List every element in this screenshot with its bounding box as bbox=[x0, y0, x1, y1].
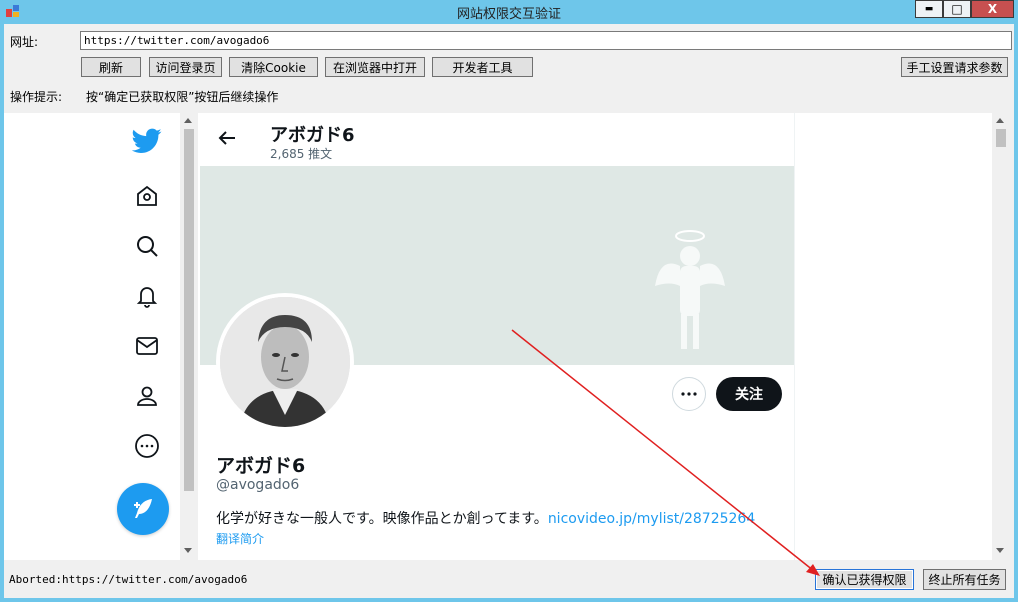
minimize-button[interactable]: ▬ bbox=[915, 0, 943, 18]
page-scrollbar-thumb[interactable] bbox=[996, 129, 1006, 147]
profile-avatar[interactable] bbox=[216, 293, 354, 431]
twitter-logo-icon[interactable] bbox=[130, 124, 164, 158]
compose-tweet-button[interactable] bbox=[117, 483, 169, 535]
url-input[interactable]: https://twitter.com/avogado6 bbox=[80, 31, 1012, 50]
browser-view[interactable]: アボガド6 2,685 推文 关注 アボガド6 @avogado6 化学が好きな… bbox=[4, 113, 1010, 560]
profile-more-button[interactable] bbox=[672, 377, 706, 411]
url-label: 网址: bbox=[10, 35, 39, 49]
bio-link[interactable]: nicovideo.jp/mylist/28725264 bbox=[548, 511, 755, 527]
mail-icon[interactable] bbox=[130, 329, 164, 363]
page-scroll-down-arrow-icon[interactable] bbox=[996, 548, 1004, 553]
explore-icon[interactable] bbox=[130, 179, 164, 213]
profile-icon[interactable] bbox=[130, 379, 164, 413]
back-arrow-icon[interactable] bbox=[216, 127, 238, 152]
follow-button[interactable]: 关注 bbox=[716, 377, 782, 411]
maximize-icon: □ bbox=[951, 2, 963, 16]
open-in-browser-button[interactable]: 在浏览器中打开 bbox=[325, 57, 425, 77]
clear-cookie-button[interactable]: 清除Cookie bbox=[229, 57, 318, 77]
page-scrollbar[interactable] bbox=[992, 113, 1010, 560]
profile-name: アボガド6 bbox=[216, 455, 306, 477]
visit-login-button[interactable]: 访问登录页 bbox=[149, 57, 222, 77]
close-button[interactable]: X bbox=[971, 0, 1014, 18]
hint-label: 操作提示: bbox=[10, 90, 63, 104]
stop-all-tasks-button[interactable]: 终止所有任务 bbox=[923, 569, 1006, 590]
refresh-button[interactable]: 刷新 bbox=[81, 57, 141, 77]
close-icon: X bbox=[987, 2, 998, 16]
page-scroll-up-arrow-icon[interactable] bbox=[996, 118, 1004, 123]
more-icon[interactable] bbox=[130, 429, 164, 463]
nav-scrollbar[interactable] bbox=[180, 113, 198, 560]
avatar-portrait bbox=[220, 297, 350, 427]
scroll-up-arrow-icon[interactable] bbox=[184, 118, 192, 123]
translate-bio-link[interactable]: 翻译简介 bbox=[216, 530, 264, 547]
status-text: Aborted:https://twitter.com/avogado6 bbox=[9, 573, 248, 586]
title-bar: 网站权限交互验证 ▬ □ X bbox=[0, 0, 1018, 24]
minimize-icon: ▬ bbox=[924, 4, 934, 14]
search-icon[interactable] bbox=[130, 229, 164, 263]
window-title: 网站权限交互验证 bbox=[456, 7, 561, 22]
ellipsis-icon bbox=[681, 392, 697, 396]
feather-icon bbox=[134, 499, 152, 518]
confirm-permission-button[interactable]: 确认已获得权限 bbox=[815, 569, 914, 590]
profile-handle: @avogado6 bbox=[216, 477, 300, 493]
maximize-button[interactable]: □ bbox=[943, 0, 971, 18]
manual-request-button[interactable]: 手工设置请求参数 bbox=[901, 57, 1008, 77]
profile-column: アボガド6 2,685 推文 关注 アボガド6 @avogado6 化学が好きな… bbox=[198, 113, 795, 560]
scrollbar-thumb[interactable] bbox=[184, 129, 194, 491]
scroll-down-arrow-icon[interactable] bbox=[184, 548, 192, 553]
hint-text: 按“确定已获取权限”按钮后继续操作 bbox=[86, 90, 279, 104]
angel-figure-icon bbox=[655, 230, 725, 349]
bell-icon[interactable] bbox=[130, 279, 164, 313]
bio-text: 化学が好きな一般人です。映像作品とか創ってます。 bbox=[216, 511, 548, 527]
profile-bio: 化学が好きな一般人です。映像作品とか創ってます。nicovideo.jp/myl… bbox=[216, 508, 755, 528]
header-profile-name: アボガド6 bbox=[270, 125, 355, 146]
tweet-count: 2,685 推文 bbox=[270, 147, 333, 161]
devtools-button[interactable]: 开发者工具 bbox=[432, 57, 533, 77]
